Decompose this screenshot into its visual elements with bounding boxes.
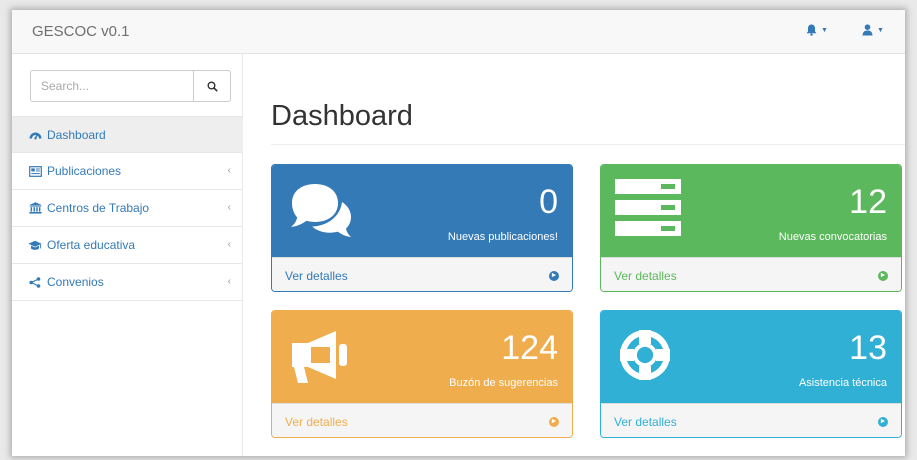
share-icon — [28, 276, 42, 288]
navbar-right: ▼ ▼ — [789, 24, 901, 36]
bell-icon — [806, 24, 817, 36]
view-details-label: Ver detalles — [614, 268, 677, 283]
sidebar-item-label: Dashboard — [47, 127, 106, 142]
search-icon — [207, 81, 218, 92]
view-details-label: Ver detalles — [285, 268, 348, 283]
panel-heading: 13 Asistencia técnica — [601, 311, 901, 403]
top-navbar: GESCOC v0.1 ▼ ▼ — [12, 10, 905, 54]
chevron-left-icon: ‹ — [227, 276, 231, 287]
sidebar-menu: Dashboard Publicaciones ‹ Centros de Tra… — [12, 116, 243, 301]
brand[interactable]: GESCOC v0.1 — [32, 23, 130, 40]
institution-icon — [28, 202, 42, 214]
app-window: GESCOC v0.1 ▼ ▼ Search... Dashboard Publ… — [12, 10, 905, 456]
sidebar-item-convenios[interactable]: Convenios ‹ — [12, 264, 243, 301]
caret-down-icon: ▼ — [877, 26, 884, 34]
sidebar-item-dashboard[interactable]: Dashboard — [12, 116, 243, 153]
search-input[interactable] — [30, 70, 194, 102]
arrow-circle-right-icon: ► — [549, 416, 559, 427]
sidebar: Dashboard Publicaciones ‹ — [12, 54, 243, 456]
panel-publicaciones: 0 Nuevas publicaciones! Ver detalles ► — [271, 164, 573, 292]
title-divider — [271, 144, 905, 145]
panel-label: Buzón de sugerencias — [449, 377, 558, 389]
main-content: Dashboard 0 Nuevas publicaciones! Ver de… — [243, 54, 905, 456]
panel-count: 124 — [501, 329, 558, 367]
newspaper-icon — [28, 165, 42, 177]
panel-sugerencias: 124 Buzón de sugerencias Ver detalles ► — [271, 310, 573, 438]
chevron-left-icon: ‹ — [227, 202, 231, 213]
server-icon — [615, 179, 681, 236]
sidebar-item-label: Publicaciones — [47, 164, 122, 178]
panel-heading: 124 Buzón de sugerencias — [272, 311, 572, 403]
user-icon — [862, 24, 873, 36]
sidebar-item-label: Centros de Trabajo — [47, 201, 150, 215]
chevron-left-icon: ‹ — [227, 239, 231, 250]
view-details-label: Ver detalles — [614, 414, 677, 429]
view-details-link[interactable]: Ver detalles ► — [272, 257, 572, 291]
panel-convocatorias: 12 Nuevas convocatorias Ver detalles ► — [600, 164, 902, 292]
panel-heading: 12 Nuevas convocatorias — [601, 165, 901, 257]
arrow-circle-right-icon: ► — [878, 416, 888, 427]
view-details-link[interactable]: Ver detalles ► — [272, 403, 572, 437]
view-details-label: Ver detalles — [285, 414, 348, 429]
sidebar-item-oferta-educativa[interactable]: Oferta educativa ‹ — [12, 227, 243, 264]
panel-count: 12 — [849, 183, 887, 221]
dashboard-icon — [28, 129, 42, 141]
panel-count: 13 — [849, 329, 887, 367]
chevron-left-icon: ‹ — [227, 165, 231, 176]
view-details-link[interactable]: Ver detalles ► — [601, 403, 901, 437]
panel-count: 0 — [539, 183, 558, 221]
sidebar-item-label: Convenios — [47, 275, 104, 289]
panel-asistencia: 13 Asistencia técnica Ver detalles ► — [600, 310, 902, 438]
search-button[interactable] — [194, 70, 231, 102]
panel-label: Asistencia técnica — [798, 377, 887, 389]
view-details-link[interactable]: Ver detalles ► — [601, 257, 901, 291]
alerts-dropdown[interactable]: ▼ — [789, 24, 845, 36]
sidebar-item-label: Oferta educativa — [47, 238, 136, 252]
page-title: Dashboard — [271, 100, 413, 132]
search-group — [30, 70, 231, 102]
life-ring-icon — [620, 330, 670, 380]
arrow-circle-right-icon: ► — [878, 270, 888, 281]
graduation-cap-icon — [28, 239, 42, 251]
panel-heading: 0 Nuevas publicaciones! — [272, 165, 572, 257]
user-dropdown[interactable]: ▼ — [845, 24, 901, 36]
bullhorn-icon — [292, 331, 347, 383]
sidebar-item-centros-de-trabajo[interactable]: Centros de Trabajo ‹ — [12, 190, 243, 227]
caret-down-icon: ▼ — [821, 26, 828, 34]
panel-label: Nuevas publicaciones! — [447, 231, 558, 243]
arrow-circle-right-icon: ► — [549, 270, 559, 281]
comments-icon — [291, 184, 352, 237]
sidebar-item-publicaciones[interactable]: Publicaciones ‹ — [12, 153, 243, 190]
panel-label: Nuevas convocatorias — [778, 231, 887, 243]
